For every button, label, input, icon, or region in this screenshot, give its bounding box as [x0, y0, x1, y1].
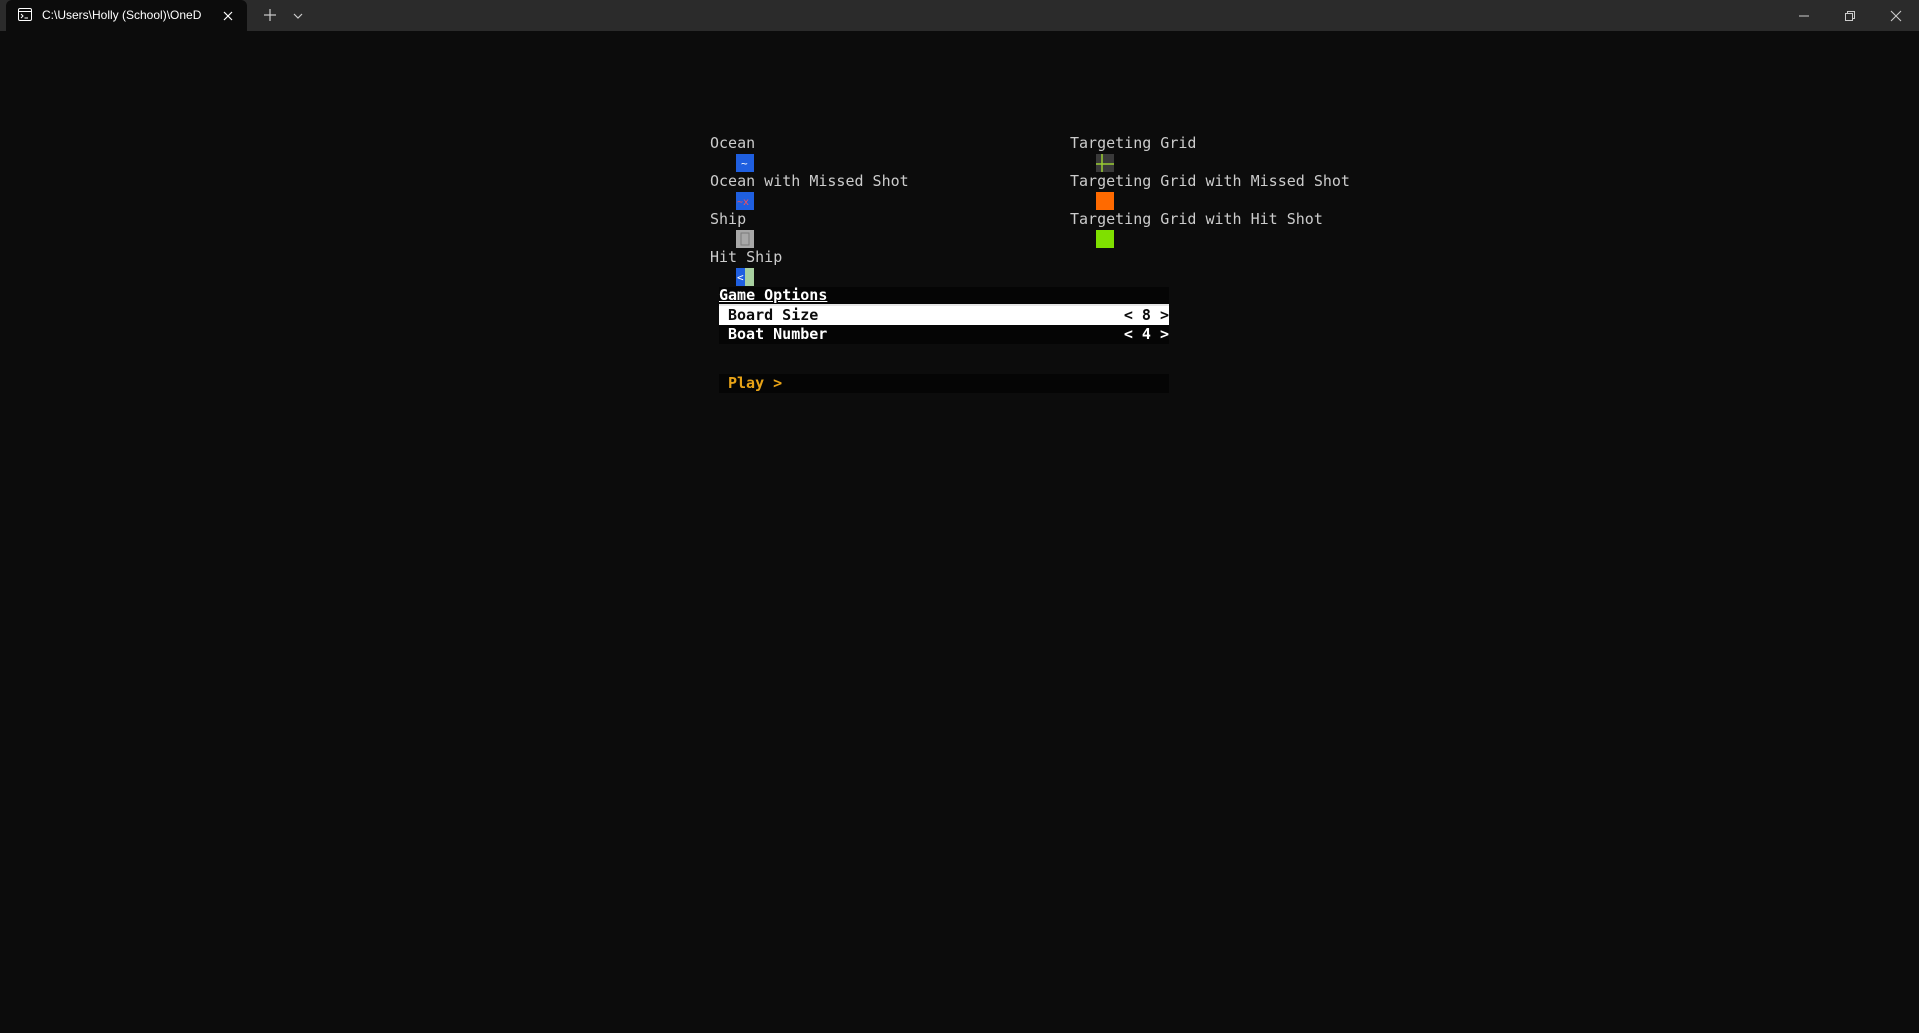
legend-targeting-hit-label: Targeting Grid with Hit Shot	[1070, 210, 1323, 228]
legend-targeting-missed: Targeting Grid with Missed Shot	[1042, 171, 1350, 210]
legend-targeting-grid-label: Targeting Grid	[1070, 134, 1197, 152]
legend-ship: Ship	[682, 209, 755, 248]
board-size-label: Board Size	[728, 306, 819, 324]
menu-title: Game Options	[719, 286, 828, 304]
ocean-missed-icon: ~x	[682, 172, 755, 210]
close-window-icon[interactable]	[1873, 0, 1919, 31]
targeting-missed-icon	[1042, 172, 1115, 210]
legend-ocean-missed-label: Ocean with Missed Shot	[710, 172, 909, 190]
boat-number-option[interactable]: Boat Number < 4 >	[719, 325, 1169, 344]
play-label: Play >	[728, 374, 783, 392]
new-tab-plus-icon[interactable]	[262, 7, 278, 23]
board-size-option[interactable]: Board Size < 8 >	[719, 306, 1169, 325]
legend-ocean: ~ Ocean	[682, 133, 755, 172]
menu-header: Game Options	[719, 287, 1169, 304]
terminal-tab[interactable]: C:\Users\Holly (School)\OneD	[6, 0, 247, 31]
legend-ship-label: Ship	[710, 210, 747, 228]
chevron-down-icon[interactable]	[292, 9, 304, 21]
restore-icon[interactable]	[1827, 0, 1873, 31]
legend-targeting-hit: Targeting Grid with Hit Shot	[1042, 209, 1323, 248]
ocean-glyph: ~	[741, 157, 748, 170]
targeting-grid-icon	[1042, 134, 1115, 172]
legend-hit-ship: < Hit Ship	[682, 247, 782, 286]
ship-icon	[682, 210, 755, 248]
close-tab-icon[interactable]	[222, 9, 234, 21]
legend-targeting-grid: Targeting Grid	[1042, 133, 1196, 172]
ocean-icon: ~	[682, 134, 755, 172]
boat-number-stepper[interactable]: < 4 >	[1124, 325, 1169, 344]
legend-ocean-label: Ocean	[710, 134, 756, 152]
board-size-stepper[interactable]: < 8 >	[1124, 306, 1169, 325]
terminal-icon	[18, 8, 32, 21]
ocean-missed-glyph: ~x	[737, 197, 749, 208]
play-button[interactable]: Play >	[719, 374, 1169, 393]
title-bar: C:\Users\Holly (School)\OneD	[0, 0, 1919, 31]
legend-targeting-missed-label: Targeting Grid with Missed Shot	[1070, 172, 1350, 190]
hit-ship-icon: <	[682, 248, 755, 286]
boat-number-label: Boat Number	[728, 325, 828, 343]
legend-ocean-missed: ~x Ocean with Missed Shot	[682, 171, 909, 210]
targeting-hit-icon	[1042, 210, 1115, 248]
terminal-content: ~ Ocean ~x Ocean with Missed Shot Ship <…	[0, 31, 1919, 1033]
legend-hit-ship-label: Hit Ship	[710, 248, 783, 266]
hit-ship-glyph: <	[737, 271, 744, 284]
tab-title: C:\Users\Holly (School)\OneD	[42, 8, 202, 22]
minimize-icon[interactable]	[1781, 0, 1827, 31]
